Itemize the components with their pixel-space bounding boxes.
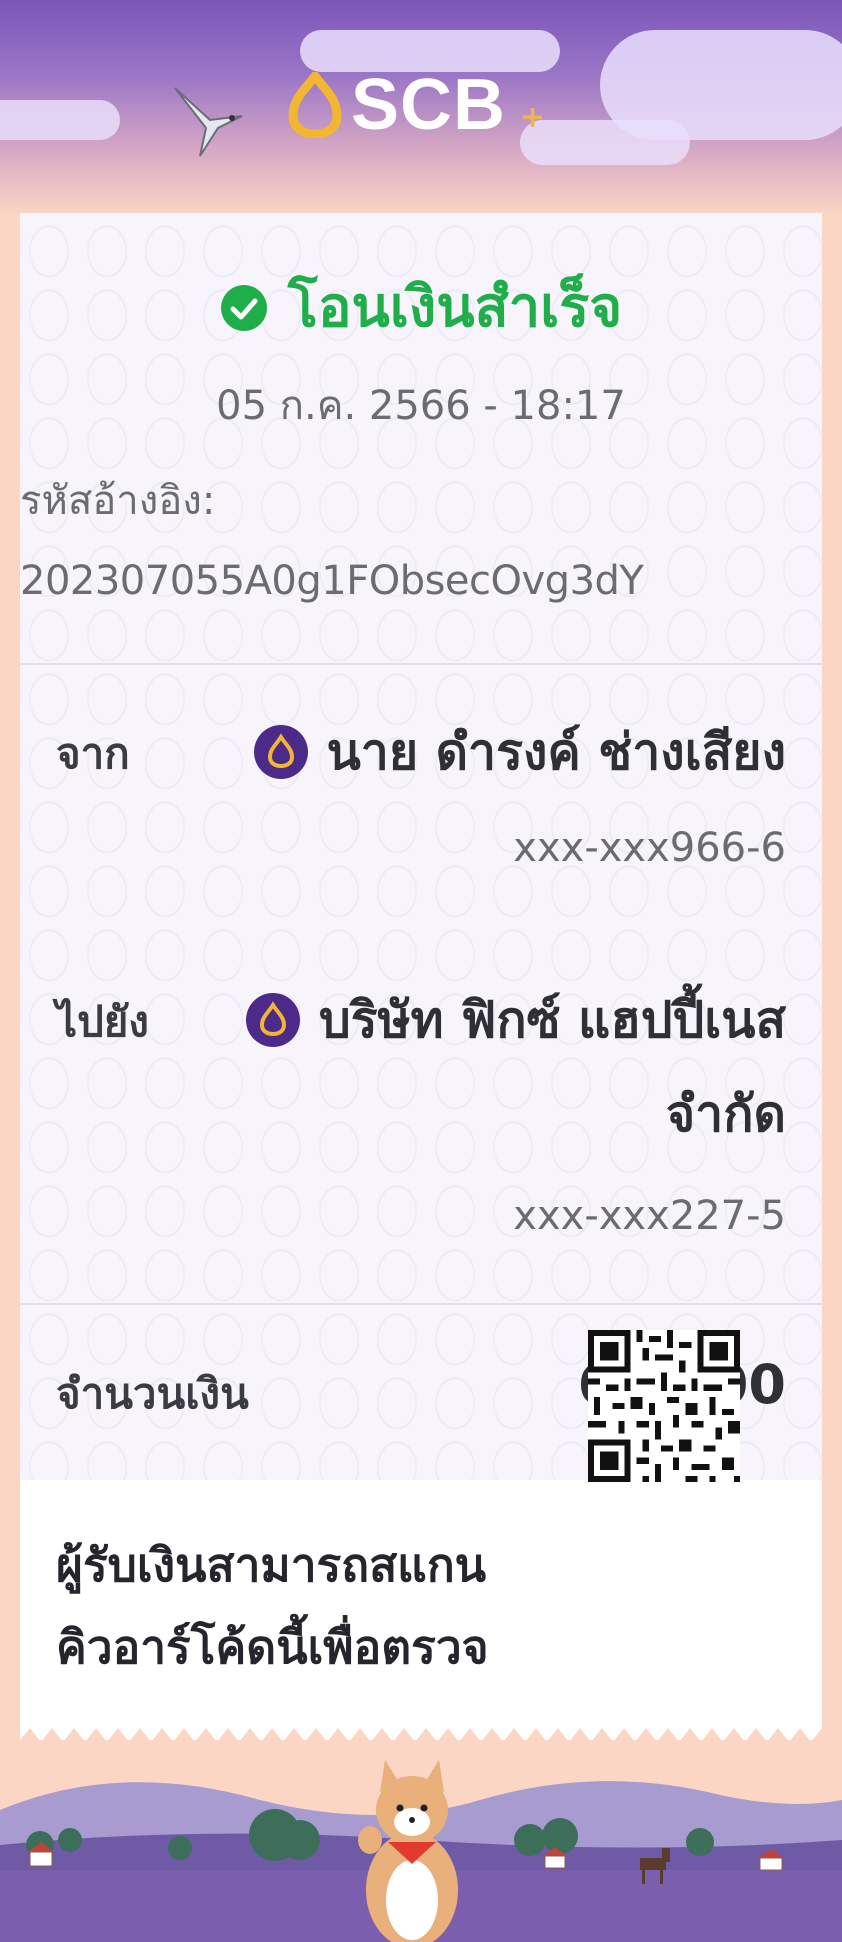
status-row: โอนเงินสำเร็จ: [20, 273, 822, 343]
cloud: [0, 100, 120, 140]
brand-plus: +: [520, 100, 546, 135]
from-name: นาย ดำรงค์ ช่างเสียง: [326, 723, 786, 781]
to-name-line1: บริษัท ฟิกซ์ แฮปปี้เนส: [319, 991, 786, 1049]
reference-value: 202307055A0g1FObsecOvg3dY: [20, 558, 644, 604]
reference-label: รหัสอ้างอิง:: [20, 478, 216, 524]
divider: [20, 663, 822, 665]
transfer-datetime: 05 ก.ค. 2566 - 18:17: [216, 383, 626, 429]
header-banner: SCB +: [0, 0, 842, 215]
brand-name: SCB: [351, 65, 507, 145]
qr-note-line2: คิวอาร์โค้ดนี้เพื่อตรวจ: [56, 1620, 489, 1674]
qr-section: ผู้รับเงินสามารถสแกน คิวอาร์โค้ดนี้เพื่อ…: [20, 1480, 822, 1725]
to-label: ไปยัง: [56, 997, 149, 1046]
divider: [20, 1303, 822, 1305]
scb-logo-icon: [288, 72, 342, 138]
scb-logo: SCB: [285, 65, 507, 145]
qr-code[interactable]: [588, 1330, 740, 1482]
to-account: xxx-xxx227-5: [513, 1193, 786, 1239]
qr-note-line1: ผู้รับเงินสามารถสแกน: [56, 1538, 487, 1592]
check-circle-icon: [220, 285, 267, 331]
to-name-line2: จำกัด: [665, 1085, 786, 1143]
bird-icon: [174, 87, 243, 157]
from-label: จาก: [56, 729, 130, 778]
footer-scenery: [0, 1740, 842, 1942]
amount-label: จำนวนเงิน: [56, 1369, 249, 1418]
cloud: [600, 30, 842, 140]
bank-icon: [253, 725, 308, 779]
status-text: โอนเงินสำเร็จ: [287, 275, 623, 340]
bank-icon: [246, 993, 301, 1047]
from-party: นาย ดำรงค์ ช่างเสียง: [253, 715, 786, 789]
from-account: xxx-xxx966-6: [513, 825, 786, 871]
to-party: บริษัท ฟิกซ์ แฮปปี้เนส: [245, 983, 786, 1057]
